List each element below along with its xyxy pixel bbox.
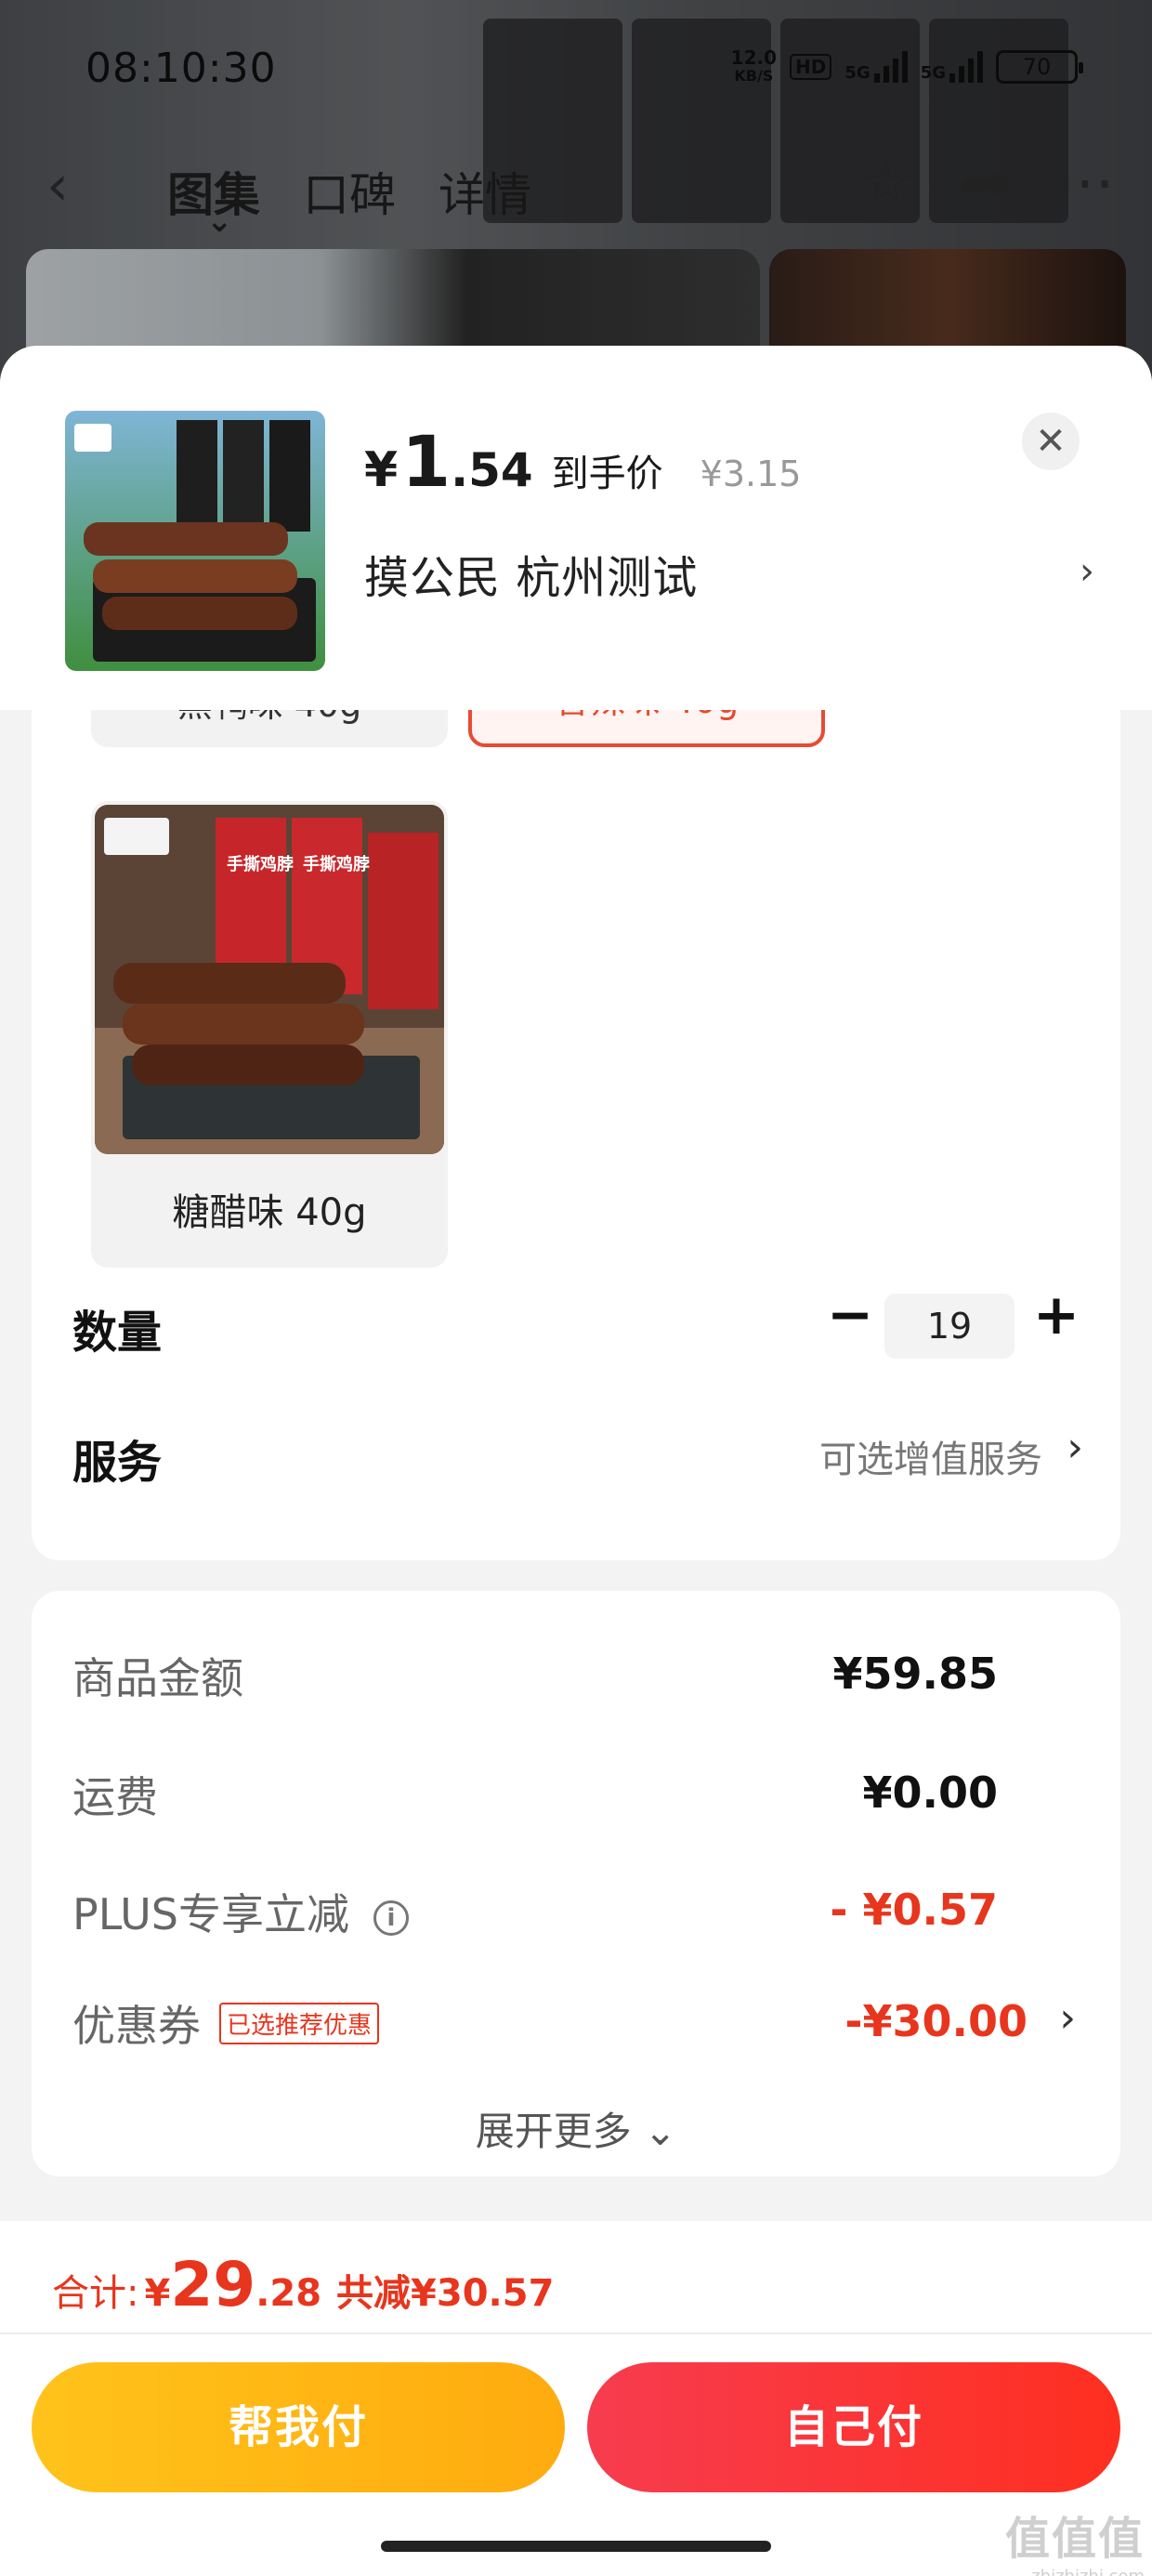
- price-label: 到手价: [551, 453, 663, 495]
- coupon-tag: 已选推荐优惠: [219, 2003, 380, 2044]
- original-price: ¥3.15: [700, 453, 802, 494]
- service-label: 服务: [72, 1437, 163, 1489]
- total-saved: 共减¥30.57: [336, 2272, 555, 2315]
- quantity-minus-button[interactable]: −: [818, 1282, 883, 1347]
- product-thumbnail[interactable]: [65, 411, 325, 671]
- chevron-right-icon[interactable]: ›: [1080, 550, 1094, 593]
- quantity-label: 数量: [72, 1307, 163, 1359]
- summary-row-shipping: 运费 ¥0.00: [72, 1768, 998, 1822]
- option-spicy-selected[interactable]: 香辣味 40g: [468, 710, 825, 747]
- svg-text:手撕鸡脖: 手撕鸡脖: [303, 854, 370, 874]
- summary-row-plus-discount: PLUS专享立减 i - ¥0.57: [72, 1885, 998, 1939]
- option-black-duck[interactable]: 黑鸭味 40g: [91, 710, 448, 747]
- spec-card: 黑鸭味 40g 香辣味 40g 手撕鸡脖 手撕鸡脖: [32, 710, 1120, 1560]
- price-summary-card: 商品金额 ¥59.85 运费 ¥0.00 PLUS专享立减 i - ¥0.57 优…: [32, 1591, 1120, 2176]
- service-hint[interactable]: 可选增值服务: [819, 1429, 1042, 1483]
- close-icon[interactable]: ✕: [1022, 413, 1080, 470]
- summary-row-coupon[interactable]: 优惠券 已选推荐优惠 -¥30.00 ›: [72, 1992, 1085, 2057]
- delivery-address[interactable]: 摸公民 杭州测试: [364, 541, 698, 606]
- chevron-right-icon[interactable]: ›: [1067, 1424, 1083, 1471]
- help-pay-button[interactable]: 帮我付: [32, 2362, 565, 2492]
- price-integer: 1: [401, 420, 452, 503]
- price-decimal: .54: [451, 443, 533, 497]
- info-icon[interactable]: i: [373, 1900, 409, 1936]
- checkout-footer: 合计: ¥ 29 .28 共减¥30.57 帮我付 自己付: [0, 2221, 1152, 2576]
- sheet-header: ¥ 1 .54 到手价 ¥3.15 摸公民 杭州测试 › ✕: [0, 346, 1152, 710]
- total-row: 合计: ¥ 29 .28 共减¥30.57: [52, 2249, 555, 2320]
- option-sweet-sour[interactable]: 手撕鸡脖 手撕鸡脖 糖醋味 40g: [91, 801, 448, 1268]
- sku-bottom-sheet: ¥ 1 .54 到手价 ¥3.15 摸公民 杭州测试 › ✕ 黑鸭味 40g 香…: [0, 346, 1152, 2576]
- quantity-plus-button[interactable]: +: [1024, 1282, 1089, 1347]
- svg-text:手撕鸡脖: 手撕鸡脖: [227, 854, 294, 874]
- dim-overlay[interactable]: [0, 0, 1152, 390]
- watermark: 值值值 zhizhizhi.com: [1004, 2513, 1145, 2576]
- summary-row-goods: 商品金额 ¥59.85: [72, 1649, 998, 1703]
- chevron-right-icon[interactable]: ›: [1059, 1994, 1076, 2042]
- quantity-input[interactable]: 19: [884, 1294, 1015, 1359]
- self-pay-button[interactable]: 自己付: [587, 2362, 1120, 2492]
- price-currency: ¥: [364, 442, 399, 498]
- home-indicator[interactable]: [381, 2541, 771, 2552]
- option-image: 手撕鸡脖 手撕鸡脖: [95, 805, 444, 1154]
- divider: [0, 2333, 1152, 2334]
- option-label: 糖醋味 40g: [172, 1191, 367, 1234]
- expand-more-button[interactable]: 展开更多 ⌄: [32, 2100, 1120, 2157]
- price-row: ¥ 1 .54 到手价 ¥3.15: [364, 420, 801, 503]
